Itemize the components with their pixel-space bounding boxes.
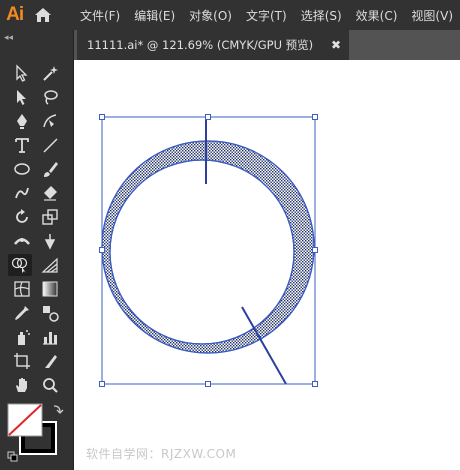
gradient-tool-icon[interactable] xyxy=(38,278,62,300)
mesh-tool-icon[interactable] xyxy=(10,278,34,300)
type-tool-icon[interactable] xyxy=(10,134,34,156)
scale-tool-icon[interactable] xyxy=(38,206,62,228)
menu-view[interactable]: 视图(V) xyxy=(404,7,460,24)
document-tab-title: 11111.ai* @ 121.69% (CMYK/GPU 预览) xyxy=(87,38,314,52)
menu-object[interactable]: 对象(O) xyxy=(182,7,239,24)
zoom-tool-icon[interactable] xyxy=(38,374,62,396)
direct-selection-tool-icon[interactable] xyxy=(10,86,34,108)
document-tab-bar: 11111.ai* @ 121.69% (CMYK/GPU 预览) ✖ xyxy=(74,30,460,60)
perspective-grid-tool-icon[interactable] xyxy=(38,254,62,276)
width-tool-icon[interactable] xyxy=(10,230,34,252)
close-tab-icon[interactable]: ✖ xyxy=(331,38,341,52)
selection-tool-icon[interactable] xyxy=(10,62,34,84)
paintbrush-tool-icon[interactable] xyxy=(38,158,62,180)
magic-wand-tool-icon[interactable] xyxy=(38,62,62,84)
lasso-tool-icon[interactable] xyxy=(38,86,62,108)
menu-list: 文件(F) 编辑(E) 对象(O) 文字(T) 选择(S) 效果(C) 视图(V… xyxy=(73,7,460,24)
column-graph-tool-icon[interactable] xyxy=(38,326,62,348)
blend-tool-icon[interactable] xyxy=(38,302,62,324)
menu-edit[interactable]: 编辑(E) xyxy=(127,7,182,24)
menu-select[interactable]: 选择(S) xyxy=(294,7,349,24)
eraser-tool-icon[interactable] xyxy=(38,182,62,204)
ellipse-tool-icon[interactable] xyxy=(10,158,34,180)
artboard-tool-icon[interactable] xyxy=(10,350,34,372)
inner-circle-path[interactable] xyxy=(109,159,295,345)
artboard-canvas[interactable]: 软件自学网：RJZXW.COM xyxy=(74,60,460,470)
curvature-tool-icon[interactable] xyxy=(38,110,62,132)
rotate-tool-icon[interactable] xyxy=(10,206,34,228)
collapse-panel-icon[interactable]: ◂◂ xyxy=(4,33,13,43)
artwork xyxy=(99,114,318,387)
menu-type[interactable]: 文字(T) xyxy=(239,7,294,24)
menu-bar: Ai 文件(F) 编辑(E) 对象(O) 文字(T) 选择(S) 效果(C) 视… xyxy=(0,0,460,30)
symbol-sprayer-tool-icon[interactable] xyxy=(10,326,34,348)
watermark-text: 软件自学网：RJZXW.COM xyxy=(86,447,237,461)
hand-tool-icon[interactable] xyxy=(10,374,34,396)
app-logo: Ai xyxy=(6,4,24,25)
ring-shape[interactable] xyxy=(101,140,315,354)
shaper-tool-icon[interactable] xyxy=(10,182,34,204)
fill-stroke-swatch[interactable] xyxy=(6,402,66,464)
home-icon[interactable] xyxy=(29,0,57,30)
menu-file[interactable]: 文件(F) xyxy=(73,7,127,24)
line-segment-tool-icon[interactable] xyxy=(38,134,62,156)
puppet-warp-tool-icon[interactable] xyxy=(38,230,62,252)
eyedropper-tool-icon[interactable] xyxy=(10,302,34,324)
shape-builder-tool-icon[interactable] xyxy=(8,254,32,276)
pen-tool-icon[interactable] xyxy=(10,110,34,132)
slice-tool-icon[interactable] xyxy=(38,350,62,372)
tools-panel: ◂◂ xyxy=(0,30,74,470)
menu-effect[interactable]: 效果(C) xyxy=(349,7,405,24)
document-tab[interactable]: 11111.ai* @ 121.69% (CMYK/GPU 预览) ✖ xyxy=(77,30,349,60)
